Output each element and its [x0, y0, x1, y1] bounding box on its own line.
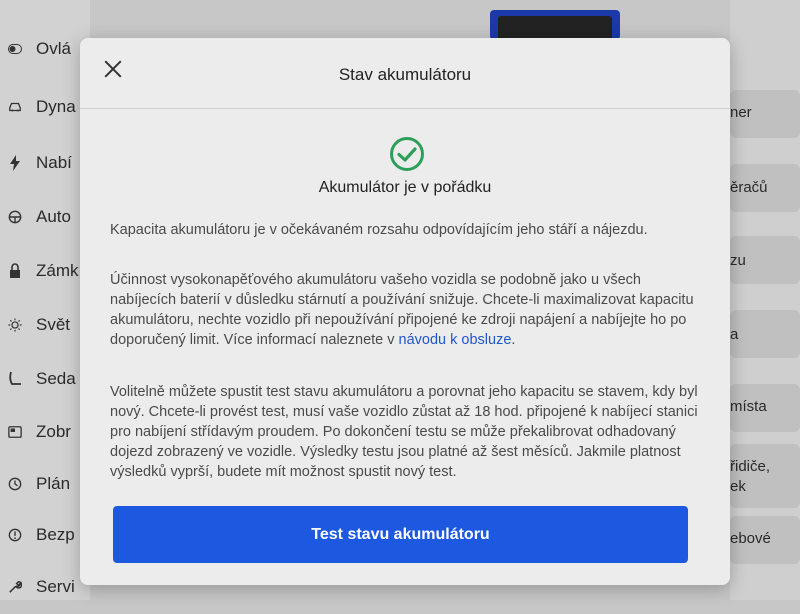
display-icon [8, 425, 22, 439]
settings-tile[interactable]: ebové [730, 516, 800, 564]
steering-wheel-icon [8, 210, 22, 224]
tile-label: zu [730, 252, 746, 269]
sidebar-item-service[interactable]: Servi [0, 560, 90, 614]
sidebar-item-label: Dyna [36, 97, 76, 116]
settings-tile[interactable]: ěračů [730, 164, 800, 212]
sidebar-item-seats[interactable]: Seda [0, 352, 90, 406]
lightning-icon [8, 155, 22, 171]
divider [80, 108, 730, 109]
sidebar-item-label: Plán [36, 474, 71, 493]
sidebar-item-schedule[interactable]: Plán [0, 457, 90, 511]
sidebar-item-dynamics[interactable]: Dyna [0, 80, 90, 134]
efficiency-text-end: . [511, 332, 516, 348]
settings-tile[interactable]: a [730, 310, 800, 358]
settings-tile[interactable]: řidiče, ek [730, 444, 800, 508]
dialog-title: Stav akumulátoru [338, 65, 472, 84]
sidebar-item-label: Servi [36, 577, 75, 596]
sidebar-item-label: Svět [36, 315, 71, 334]
sidebar-item-locks[interactable]: Zámk [0, 244, 90, 298]
battery-status-dialog: Stav akumulátoru Akumulátor je v pořádku… [80, 38, 730, 585]
car-icon [8, 100, 22, 114]
sidebar-item-label: Ovlá [36, 39, 71, 58]
tile-label-line2: ek [730, 478, 746, 495]
tile-label: místa [730, 398, 767, 415]
sidebar-item-label: Zámk [36, 261, 79, 280]
tile-label: ěračů [730, 179, 768, 196]
settings-tile[interactable]: místa [730, 384, 800, 432]
battery-test-button[interactable]: Test stavu akumulátoru [113, 506, 688, 563]
efficiency-paragraph: Účinnost vysokonapěťového akumulátoru va… [110, 270, 710, 350]
sidebar-item-safety[interactable]: Bezp [0, 508, 90, 562]
seat-icon [8, 371, 22, 386]
check-circle-icon [390, 137, 424, 171]
sidebar-item-lights[interactable]: Svět [0, 298, 90, 352]
manual-link[interactable]: návodu k obsluze [399, 332, 512, 348]
sidebar: Ovlá Dyna Nabí Auto Zámk Svět Seda Zobr … [0, 0, 90, 600]
clock-icon [8, 477, 22, 491]
tile-label: a [730, 326, 739, 343]
sidebar-item-controls[interactable]: Ovlá [0, 22, 90, 76]
tile-label: řidiče, [730, 458, 771, 475]
test-info-paragraph: Volitelně můžete spustit test stavu akum… [110, 384, 698, 480]
sidebar-item-label: Nabí [36, 153, 72, 172]
top-media-element [490, 10, 620, 40]
info-circle-icon [8, 528, 22, 542]
sidebar-item-label: Zobr [36, 422, 71, 441]
battery-status-text: Akumulátor je v pořádku [318, 179, 492, 196]
tile-label: ner [730, 104, 752, 121]
sidebar-item-display[interactable]: Zobr [0, 405, 90, 459]
lock-icon [8, 263, 22, 278]
settings-tile[interactable]: zu [730, 236, 800, 284]
right-settings-panel: ner ěračů zu a místa řidiče, ek ebové [730, 0, 800, 600]
sun-icon [8, 318, 22, 332]
capacity-paragraph: Kapacita akumulátoru je v očekávaném roz… [110, 222, 648, 238]
sidebar-item-charging[interactable]: Nabí [0, 136, 90, 190]
sidebar-item-label: Seda [36, 369, 76, 388]
sidebar-item-label: Auto [36, 207, 71, 226]
tile-label: ebové [730, 530, 771, 547]
toggle-icon [8, 42, 22, 56]
sidebar-item-autopilot[interactable]: Auto [0, 190, 90, 244]
settings-tile[interactable]: ner [730, 90, 800, 138]
sidebar-item-label: Bezp [36, 525, 75, 544]
wrench-icon [8, 580, 22, 594]
